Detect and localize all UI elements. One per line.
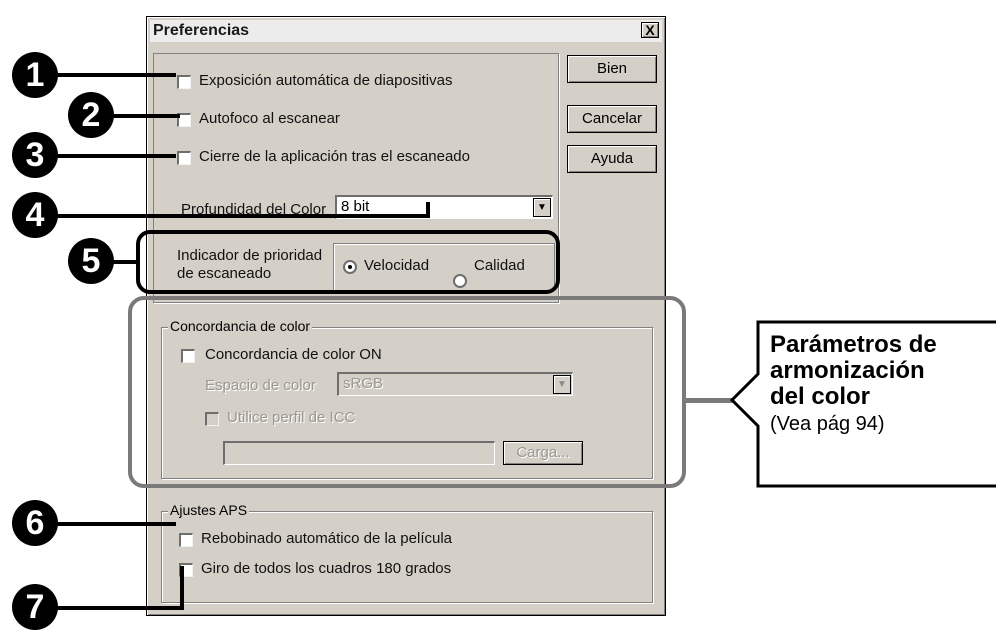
dialog-title: Preferencias <box>153 22 250 39</box>
scan-priority-highlight <box>136 230 560 294</box>
annotation-leader <box>686 398 734 403</box>
annotation-subtitle: (Vea pág 94) <box>770 413 885 435</box>
close-app-label: Cierre de la aplicación tras el escanead… <box>199 148 470 165</box>
callout-6-leader <box>48 522 176 526</box>
chevron-down-icon[interactable]: ▼ <box>533 198 551 217</box>
callout-7-leader <box>48 606 184 610</box>
callout-4-leader <box>48 214 430 218</box>
callout-3-badge: 3 <box>12 132 58 178</box>
ok-button[interactable]: Bien <box>567 55 657 83</box>
color-matching-highlight <box>128 296 686 488</box>
color-depth-value: 8 bit <box>341 198 370 215</box>
callout-4-tick <box>426 202 430 218</box>
callout-4-badge: 4 <box>12 192 58 238</box>
callout-1-badge: 1 <box>12 52 58 98</box>
callout-5-badge: 5 <box>68 238 114 284</box>
auto-exposure-checkbox[interactable] <box>177 75 191 89</box>
callout-7-badge: 7 <box>12 584 58 630</box>
autofocus-label: Autofoco al escanear <box>199 110 340 127</box>
callout-6-badge: 6 <box>12 500 58 546</box>
callout-3-leader <box>48 154 176 158</box>
callout-7-vertical <box>180 566 184 608</box>
annotation-title-line2: armonización <box>770 357 925 384</box>
help-button[interactable]: Ayuda <box>567 145 657 173</box>
rewind-checkbox[interactable] <box>179 533 193 547</box>
callout-2-badge: 2 <box>68 92 114 138</box>
aps-settings-group: Ajustes APS <box>161 502 653 603</box>
auto-exposure-label: Exposición automática de diapositivas <box>199 72 453 89</box>
callout-2-leader <box>108 114 180 118</box>
rotate-label: Giro de todos los cuadros 180 grados <box>201 560 452 577</box>
annotation-title-line3: del color <box>770 383 871 410</box>
title-bar: Preferencias X <box>150 20 662 42</box>
close-button[interactable]: X <box>641 22 659 38</box>
cancel-button[interactable]: Cancelar <box>567 105 657 133</box>
close-app-checkbox[interactable] <box>177 151 191 165</box>
annotation-title-line1: Parámetros de <box>770 331 937 358</box>
aps-group-title: Ajustes APS <box>168 502 250 518</box>
callout-1-leader <box>48 73 176 77</box>
rewind-label: Rebobinado automático de la película <box>201 530 453 547</box>
